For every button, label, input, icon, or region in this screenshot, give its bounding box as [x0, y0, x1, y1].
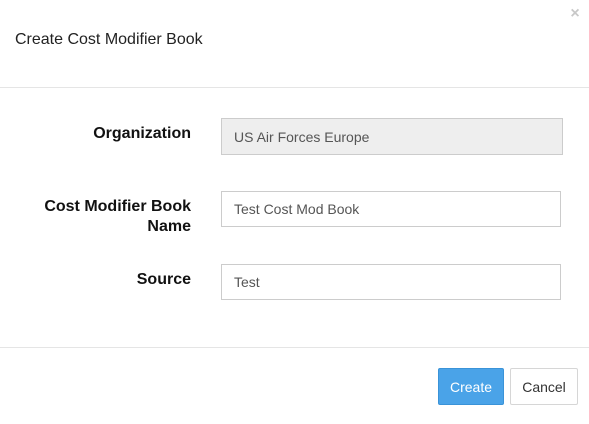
create-cost-modifier-book-dialog: × Create Cost Modifier Book Organization…	[0, 0, 589, 424]
footer-divider	[0, 347, 589, 348]
book-name-label-line2: Name	[147, 218, 191, 235]
organization-field	[221, 118, 563, 155]
book-name-label-line1: Cost Modifier Book	[44, 198, 191, 215]
book-name-label: Cost Modifier Book Name	[11, 197, 191, 237]
create-button[interactable]: Create	[438, 368, 504, 405]
organization-label: Organization	[93, 125, 191, 142]
dialog-header: Create Cost Modifier Book	[0, 0, 589, 88]
dialog-title: Create Cost Modifier Book	[15, 31, 203, 48]
source-label: Source	[136, 271, 191, 288]
cancel-button[interactable]: Cancel	[510, 368, 578, 405]
source-input[interactable]	[221, 264, 561, 300]
book-name-input[interactable]	[221, 191, 561, 227]
